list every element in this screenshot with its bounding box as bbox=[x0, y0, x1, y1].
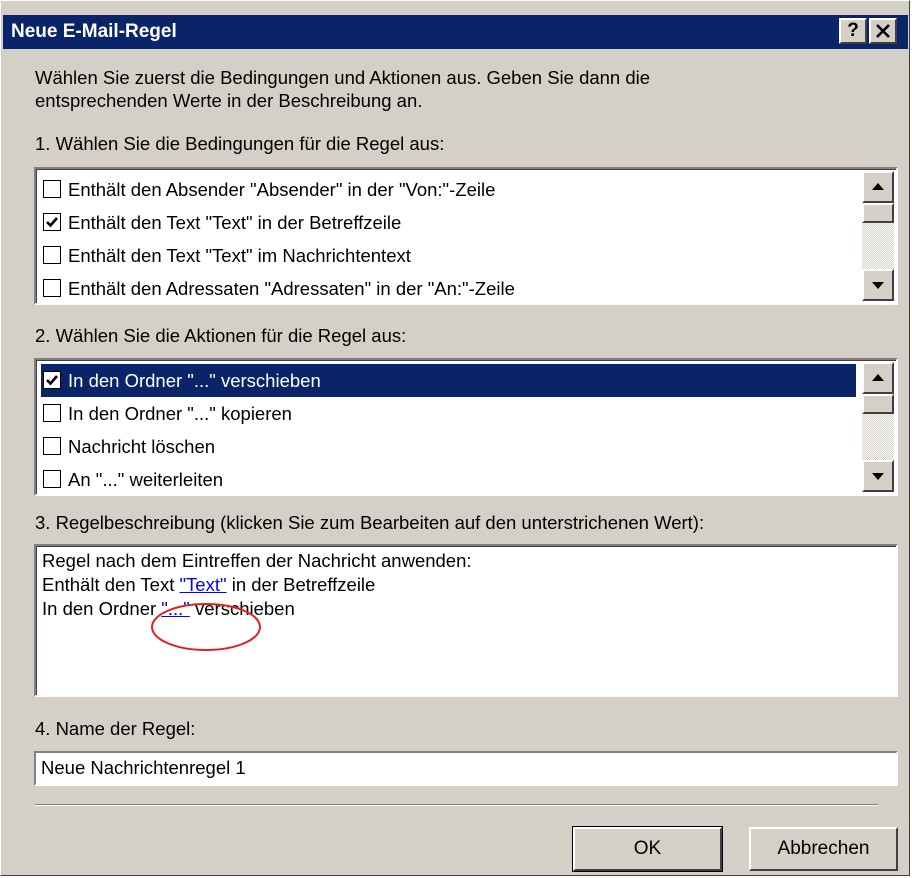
action-item-label: In den Ordner "..." verschieben bbox=[68, 370, 321, 391]
action-item-label: Nachricht löschen bbox=[68, 436, 216, 457]
action-item[interactable]: Nachricht löschen bbox=[41, 430, 856, 463]
description-heading: 3. Regelbeschreibung (klicken Sie zum Be… bbox=[35, 512, 705, 533]
condition-item-label: Enthält den Text "Text" im Nachrichtente… bbox=[68, 245, 411, 266]
condition-item[interactable]: Enthält den Text "Text" im Nachrichtente… bbox=[41, 239, 856, 272]
conditions-heading: 1. Wählen Sie die Bedingungen für die Re… bbox=[35, 133, 445, 154]
conditions-scroll-thumb[interactable] bbox=[862, 203, 894, 223]
cancel-button-label: Abbrechen bbox=[777, 838, 870, 859]
arrow-up-icon bbox=[872, 183, 884, 190]
condition-item[interactable]: Enthält den Adressaten "Adressaten" in d… bbox=[41, 272, 856, 303]
description-line-2-suffix: in der Betreffzeile bbox=[226, 574, 376, 595]
conditions-list[interactable]: Enthält den Absender "Absender" in der "… bbox=[34, 167, 898, 305]
arrow-down-icon bbox=[872, 282, 884, 289]
description-line-2-prefix: Enthält den Text bbox=[42, 574, 180, 595]
description-line-3-prefix: In den Ordner bbox=[42, 598, 162, 619]
actions-scroll-thumb[interactable] bbox=[862, 394, 894, 414]
checkbox-unchecked-icon[interactable] bbox=[43, 437, 61, 455]
ok-button[interactable]: OK bbox=[572, 826, 723, 872]
checkbox-unchecked-icon[interactable] bbox=[43, 180, 61, 198]
condition-item[interactable]: Enthält den Absender "Absender" in der "… bbox=[41, 173, 856, 206]
conditions-scrollbar[interactable] bbox=[862, 171, 894, 301]
rule-description-box: Regel nach dem Eintreffen der Nachricht … bbox=[34, 544, 898, 697]
checkbox-unchecked-icon[interactable] bbox=[43, 404, 61, 422]
condition-item-label: Enthält den Adressaten "Adressaten" in d… bbox=[68, 278, 515, 299]
action-item-label: An "..." weiterleiten bbox=[68, 469, 224, 490]
text-value-link[interactable]: "Text" bbox=[179, 574, 226, 595]
checkbox-unchecked-icon[interactable] bbox=[43, 279, 61, 297]
title-bar[interactable]: Neue E-Mail-Regel ? bbox=[3, 15, 908, 49]
actions-scroll-up-button[interactable] bbox=[862, 362, 894, 394]
intro-line-2: entsprechenden Werte in der Beschreibung… bbox=[35, 90, 423, 111]
description-line-1: Regel nach dem Eintreffen der Nachricht … bbox=[42, 550, 472, 571]
intro-line-1: Wählen Sie zuerst die Bedingungen und Ak… bbox=[35, 67, 651, 88]
new-rule-dialog: Neue E-Mail-Regel ? Wählen Sie zuerst di… bbox=[0, 0, 910, 876]
condition-item-label: Enthält den Absender "Absender" in der "… bbox=[68, 179, 496, 200]
red-circle-annotation bbox=[151, 603, 261, 651]
action-item[interactable]: In den Ordner "..." kopieren bbox=[41, 397, 856, 430]
separator bbox=[35, 804, 878, 806]
help-button[interactable]: ? bbox=[839, 18, 867, 44]
conditions-scroll-down-button[interactable] bbox=[862, 269, 894, 301]
checkbox-checked-icon[interactable] bbox=[43, 213, 61, 231]
actions-list[interactable]: In den Ordner "..." verschieben In den Or… bbox=[34, 358, 898, 496]
conditions-scroll-up-button[interactable] bbox=[862, 171, 894, 203]
actions-heading: 2. Wählen Sie die Aktionen für die Regel… bbox=[35, 325, 407, 346]
description-line-2: Enthält den Text "Text" in der Betreffze… bbox=[42, 574, 375, 596]
action-item-label: In den Ordner "..." kopieren bbox=[68, 403, 292, 424]
condition-item[interactable]: Enthält den Text "Text" in der Betreffze… bbox=[41, 206, 856, 239]
rule-name-heading: 4. Name der Regel: bbox=[35, 718, 196, 739]
ok-button-label: OK bbox=[633, 838, 662, 859]
checkbox-unchecked-icon[interactable] bbox=[43, 470, 61, 488]
cancel-button[interactable]: Abbrechen bbox=[749, 827, 898, 871]
checkbox-unchecked-icon[interactable] bbox=[43, 246, 61, 264]
rule-name-input[interactable]: Neue Nachrichtenregel 1 bbox=[34, 751, 898, 786]
arrow-up-icon bbox=[872, 374, 884, 381]
actions-scrollbar[interactable] bbox=[862, 362, 894, 492]
condition-item-label: Enthält den Text "Text" in der Betreffze… bbox=[68, 212, 402, 233]
arrow-down-icon bbox=[872, 473, 884, 480]
close-button[interactable] bbox=[869, 18, 897, 44]
dialog-title: Neue E-Mail-Regel bbox=[11, 21, 177, 42]
actions-scroll-down-button[interactable] bbox=[862, 460, 894, 492]
close-icon bbox=[876, 24, 890, 38]
action-item[interactable]: An "..." weiterleiten bbox=[41, 463, 856, 494]
action-item[interactable]: In den Ordner "..." verschieben bbox=[41, 364, 856, 397]
checkbox-checked-icon[interactable] bbox=[43, 371, 61, 389]
